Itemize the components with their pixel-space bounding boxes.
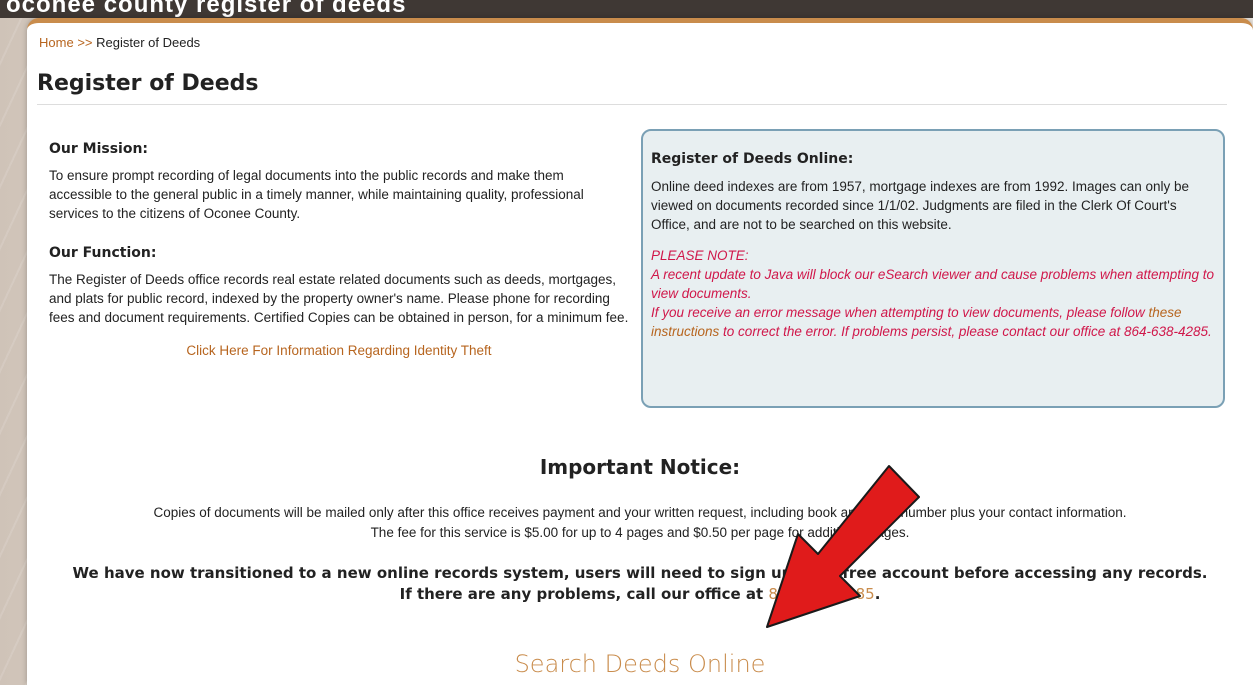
mission-text: To ensure prompt recording of legal docu… (49, 168, 584, 221)
transition-text: We have now transitioned to a new online… (72, 564, 1208, 603)
title-divider (37, 104, 1227, 105)
left-column: Our Mission: To ensure prompt recording … (49, 141, 629, 358)
note-error-instructions: If you receive an error message when att… (651, 303, 1215, 341)
search-deeds-online-link[interactable]: Search Deeds Online (27, 650, 1253, 678)
breadcrumb-separator: >> (77, 35, 93, 50)
identity-theft-link[interactable]: Click Here For Information Regarding Ide… (49, 343, 629, 358)
function-heading: Our Function: (49, 245, 157, 261)
notice-text: Copies of documents will be mailed only … (27, 503, 1253, 543)
function-text: The Register of Deeds office records rea… (49, 272, 629, 325)
online-heading: Register of Deeds Online: (651, 151, 854, 167)
transition-notice: We have now transitioned to a new online… (67, 563, 1213, 605)
note-java-warning: A recent update to Java will block our e… (651, 267, 1215, 301)
notice-line-1: Copies of documents will be mailed only … (153, 505, 1127, 520)
note-label: PLEASE NOTE: (651, 248, 749, 263)
notice-line-2: The fee for this service is $5.00 for up… (370, 525, 910, 540)
breadcrumb-home-link[interactable]: Home (39, 35, 74, 50)
important-notice-heading: Important Notice: (539, 455, 741, 479)
office-phone-link[interactable]: 864-638-4285 (768, 585, 874, 603)
breadcrumb: Home >> Register of Deeds (39, 35, 200, 50)
content-panel: Home >> Register of Deeds Register of De… (27, 18, 1253, 685)
note-line2-end: to correct the error. If problems persis… (723, 324, 1212, 339)
online-text: Online deed indexes are from 1957, mortg… (651, 179, 1190, 232)
note-line2-start: If you receive an error message when att… (651, 305, 1145, 320)
site-header-strip: oconee county register of deeds (0, 0, 1253, 18)
mission-heading: Our Mission: (49, 141, 149, 157)
page-title: Register of Deeds (37, 71, 259, 96)
online-info-box: Register of Deeds Online: Online deed in… (641, 129, 1225, 408)
site-header-text: oconee county register of deeds (6, 0, 407, 18)
breadcrumb-current: Register of Deeds (96, 35, 201, 50)
transition-end: . (874, 585, 881, 603)
